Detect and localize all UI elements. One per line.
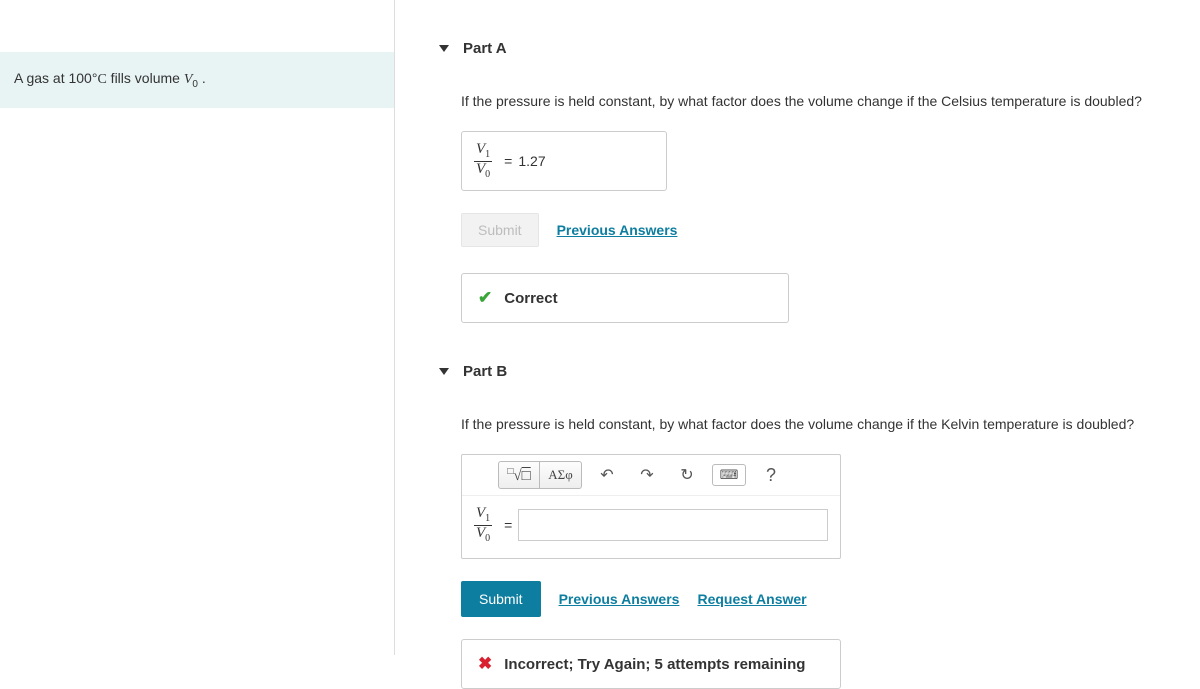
templates-button[interactable]: □√□ (498, 461, 540, 489)
part-a-value: 1.27 (518, 153, 545, 169)
part-a-title: Part A (463, 40, 507, 57)
submit-button[interactable]: Submit (461, 581, 541, 617)
reset-icon[interactable]: ↻ (672, 462, 702, 488)
fraction-v1-v0: V1 V0 (474, 506, 492, 544)
problem-text-suffix: . (198, 70, 206, 86)
keyboard-icon[interactable]: ⌨ (712, 464, 746, 486)
fraction-denominator-sub: 0 (485, 169, 490, 180)
unit: C (97, 72, 106, 87)
main-content: Part A If the pressure is held constant,… (395, 0, 1200, 655)
part-a-feedback-text: Correct (504, 290, 557, 307)
part-b-question: If the pressure is held constant, by wha… (461, 416, 1200, 432)
check-icon: ✔ (478, 288, 492, 308)
chevron-down-icon (439, 45, 449, 52)
part-a-feedback: ✔ Correct (461, 273, 789, 323)
problem-text-prefix: A gas at 100 (14, 70, 92, 86)
sidebar: A gas at 100°C fills volume V0 . (0, 0, 395, 655)
x-icon: ✖ (478, 654, 492, 674)
part-b-feedback: ✖ Incorrect; Try Again; 5 attempts remai… (461, 639, 841, 689)
root-icon: □√□ (507, 466, 530, 485)
submit-button-disabled: Submit (461, 213, 539, 247)
fraction-v1-v0: V1 V0 (474, 142, 492, 180)
request-answer-link[interactable]: Request Answer (697, 591, 806, 607)
undo-icon[interactable]: ↶ (592, 462, 622, 488)
fraction-numerator-sub: 1 (485, 149, 490, 160)
fraction-denominator-v: V (476, 525, 485, 541)
answer-input[interactable] (518, 509, 828, 541)
part-b-header[interactable]: Part B (435, 353, 1200, 394)
problem-text-mid: fills volume (107, 70, 184, 86)
chevron-down-icon (439, 368, 449, 375)
previous-answers-link[interactable]: Previous Answers (557, 222, 678, 238)
part-a-question: If the pressure is held constant, by wha… (461, 93, 1200, 109)
part-a-header[interactable]: Part A (435, 30, 1200, 71)
part-a-answer-box: V1 V0 = 1.27 (461, 131, 667, 191)
part-b-section: Part B If the pressure is held constant,… (435, 353, 1200, 689)
fraction-numerator-sub: 1 (485, 513, 490, 524)
redo-icon[interactable]: ↷ (632, 462, 662, 488)
equals-sign: = (504, 517, 512, 533)
greek-button[interactable]: ΑΣφ (540, 461, 582, 489)
part-a-section: Part A If the pressure is held constant,… (435, 30, 1200, 323)
problem-statement: A gas at 100°C fills volume V0 . (0, 52, 394, 108)
help-icon[interactable]: ? (756, 462, 786, 488)
part-b-feedback-text: Incorrect; Try Again; 5 attempts remaini… (504, 656, 805, 673)
fraction-denominator-v: V (476, 161, 485, 177)
fraction-numerator-v: V (476, 505, 485, 521)
fraction-denominator-sub: 0 (485, 533, 490, 544)
input-toolbar: □√□ ΑΣφ ↶ ↷ ↻ ⌨ ? (462, 455, 840, 496)
fraction-numerator-v: V (476, 141, 485, 157)
previous-answers-link[interactable]: Previous Answers (559, 591, 680, 607)
part-b-input-panel: □√□ ΑΣφ ↶ ↷ ↻ ⌨ ? V1 V0 (461, 454, 841, 559)
equals-sign: = (504, 153, 512, 169)
part-b-title: Part B (463, 363, 507, 380)
